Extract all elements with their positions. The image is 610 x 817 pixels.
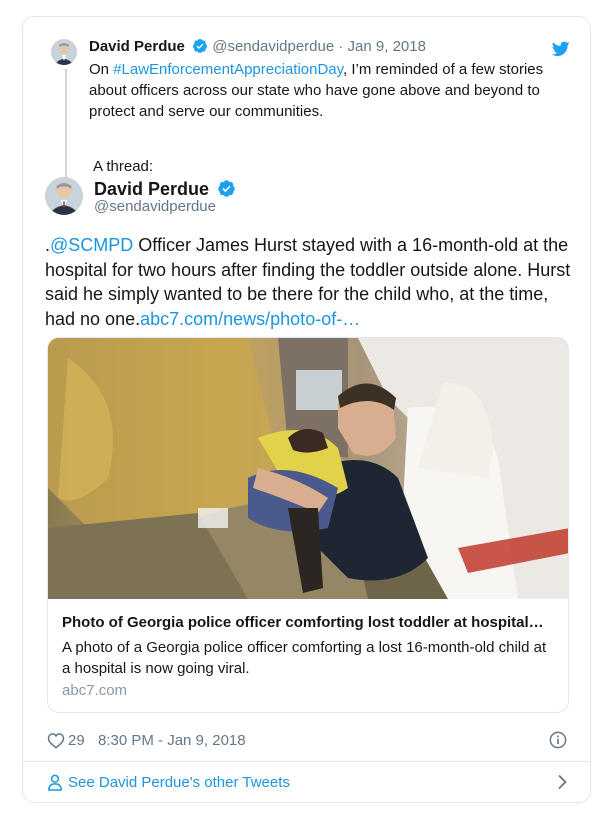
parent-tweet-text: On #LawEnforcementAppreciationDay, I’m r… [89, 59, 569, 122]
link-card-domain: abc7.com [62, 682, 128, 699]
article-url-link[interactable]: abc7.com/news/photo-of-… [140, 309, 360, 329]
parent-handle[interactable]: @sendavidperdue [212, 38, 334, 55]
hashtag-link[interactable]: #LawEnforcementAppreciationDay [113, 61, 343, 78]
person-icon [47, 774, 63, 795]
see-other-tweets-link[interactable]: See David Perdue's other Tweets [47, 772, 569, 792]
embedded-tweet-card: David Perdue @sendavidperdue · Jan 9, 20… [22, 16, 591, 803]
tweet-meta-row: 29 8:30 PM - Jan 9, 2018 [47, 731, 569, 751]
like-count[interactable]: 29 [68, 732, 85, 749]
parent-author-name[interactable]: David Perdue [89, 38, 185, 55]
parent-avatar[interactable] [51, 39, 77, 65]
footer-divider [23, 761, 590, 762]
header-separator: · [338, 38, 344, 55]
mention-link[interactable]: @SCMPD [50, 235, 133, 255]
twitter-bird-icon[interactable] [551, 41, 570, 57]
main-tweet-text: .@SCMPD Officer James Hurst stayed with … [45, 233, 575, 331]
main-author-name[interactable]: David Perdue [94, 179, 209, 199]
thread-label: A thread: [93, 158, 154, 175]
link-preview-card[interactable]: Photo of Georgia police officer comforti… [47, 337, 569, 713]
link-card-title[interactable]: Photo of Georgia police officer comforti… [62, 613, 558, 633]
parent-header: David Perdue @sendavidperdue · Jan 9, 20… [89, 37, 426, 60]
main-tweet-header: David Perdue @sendavidperdue [45, 177, 545, 229]
parent-text-prefix: On [89, 61, 114, 78]
link-card-description: A photo of a Georgia police officer comf… [62, 639, 547, 677]
verified-badge-icon [217, 179, 236, 204]
main-avatar[interactable] [45, 177, 83, 215]
info-icon[interactable] [549, 731, 567, 753]
heart-icon[interactable] [47, 732, 65, 753]
preview-photo[interactable] [48, 338, 568, 599]
see-other-tweets-label[interactable]: See David Perdue's other Tweets [68, 774, 290, 791]
verified-badge-icon [192, 38, 208, 60]
chevron-right-icon[interactable] [557, 774, 567, 794]
main-handle[interactable]: @sendavidperdue [94, 198, 216, 215]
tweet-timestamp[interactable]: 8:30 PM - Jan 9, 2018 [98, 732, 246, 749]
parent-date[interactable]: Jan 9, 2018 [348, 38, 426, 55]
